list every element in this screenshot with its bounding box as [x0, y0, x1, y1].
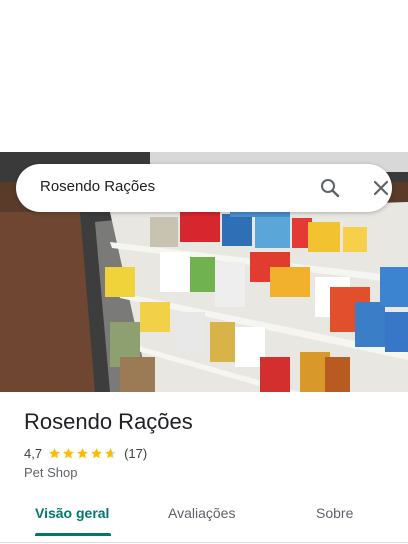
place-category[interactable]: Pet Shop: [24, 465, 78, 480]
active-tab-indicator: [35, 533, 111, 536]
place-title: Rosendo Rações: [24, 409, 193, 434]
star-icon: [91, 447, 102, 458]
tab-about[interactable]: Sobre: [316, 505, 353, 521]
star-rating: [48, 447, 118, 460]
tab-bar: Visão geral Avaliações Sobre: [0, 494, 408, 538]
star-icon: [77, 447, 88, 458]
rating-value: 4,7: [24, 445, 43, 461]
rating-row[interactable]: 4,7 (17): [24, 444, 147, 462]
divider: [0, 542, 408, 543]
review-count[interactable]: (17): [124, 446, 147, 461]
close-icon[interactable]: [369, 176, 393, 200]
search-icon[interactable]: [318, 176, 342, 200]
search-bar[interactable]: Rosendo Rações: [16, 164, 392, 212]
star-icon: [105, 447, 116, 458]
tab-overview[interactable]: Visão geral: [35, 505, 109, 521]
map-area: [0, 0, 408, 152]
search-input[interactable]: Rosendo Rações: [40, 178, 155, 195]
tab-reviews[interactable]: Avaliações: [168, 505, 235, 521]
star-icon: [49, 447, 60, 458]
star-icon: [63, 447, 74, 458]
